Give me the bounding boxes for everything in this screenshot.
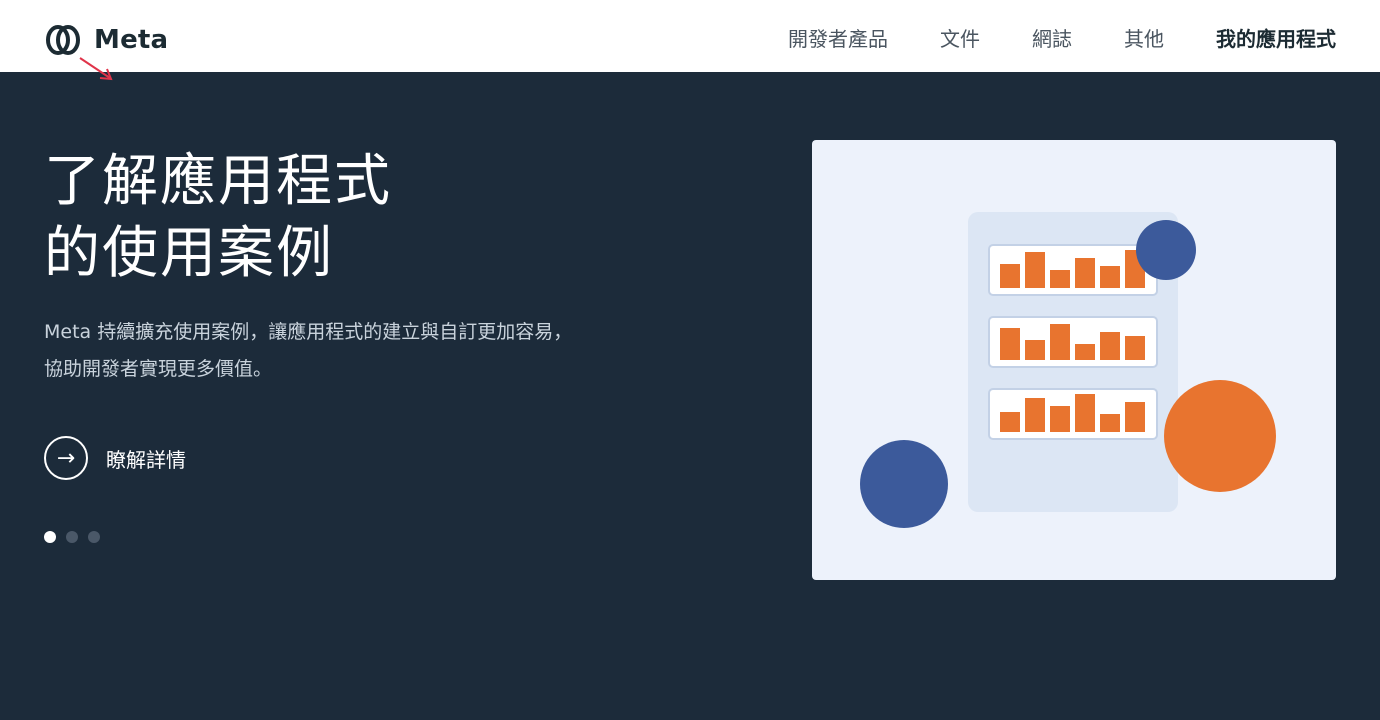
top-navigation-bar: Meta 開發者產品 文件 網誌 其他 我的應用程式 [0, 0, 1380, 81]
learn-more-button[interactable]: → 瞭解詳情 [44, 436, 186, 480]
hero-illustration [812, 140, 1336, 580]
nav-docs[interactable]: 文件 [940, 23, 980, 52]
hero-description-line-1: Meta 持續擴充使用案例，讓應用程式的建立與自訂更加容易， [44, 321, 573, 343]
arrow-right-icon: → [44, 436, 88, 480]
hero-description-line-2: 協助開發者實現更多價值。 [44, 358, 273, 380]
hero-description: Meta 持續擴充使用案例，讓應用程式的建立與自訂更加容易， 協助開發者實現更多… [44, 314, 704, 388]
carousel-dot-3[interactable] [88, 531, 100, 543]
carousel-dots [44, 531, 110, 543]
illustration-chart-panel-2 [988, 316, 1158, 368]
nav-developer-products[interactable]: 開發者產品 [788, 23, 888, 52]
carousel-dot-2[interactable] [66, 531, 78, 543]
hero-title-line-2: 的使用案例 [44, 221, 334, 286]
carousel-dot-1[interactable] [44, 531, 56, 543]
main-nav: 開發者產品 文件 網誌 其他 我的應用程式 [736, 22, 1336, 52]
nav-my-apps[interactable]: 我的應用程式 [1216, 23, 1336, 52]
dashboard-illustration-icon [860, 212, 1276, 528]
illustration-small-blue-circle [1136, 220, 1196, 280]
illustration-chart-panel-3 [988, 388, 1158, 440]
hero-title: 了解應用程式 的使用案例 [44, 146, 564, 290]
arrow-pointer-icon [79, 57, 113, 81]
learn-more-label: 瞭解詳情 [106, 447, 186, 472]
logo-text: Meta [94, 25, 169, 55]
illustration-chart-panel-1 [988, 244, 1158, 296]
nav-more[interactable]: 其他 [1124, 23, 1164, 52]
hero-title-line-1: 了解應用程式 [44, 149, 392, 214]
illustration-large-blue-circle [860, 440, 948, 528]
illustration-orange-circle [1164, 380, 1276, 492]
nav-blog[interactable]: 網誌 [1032, 23, 1072, 52]
